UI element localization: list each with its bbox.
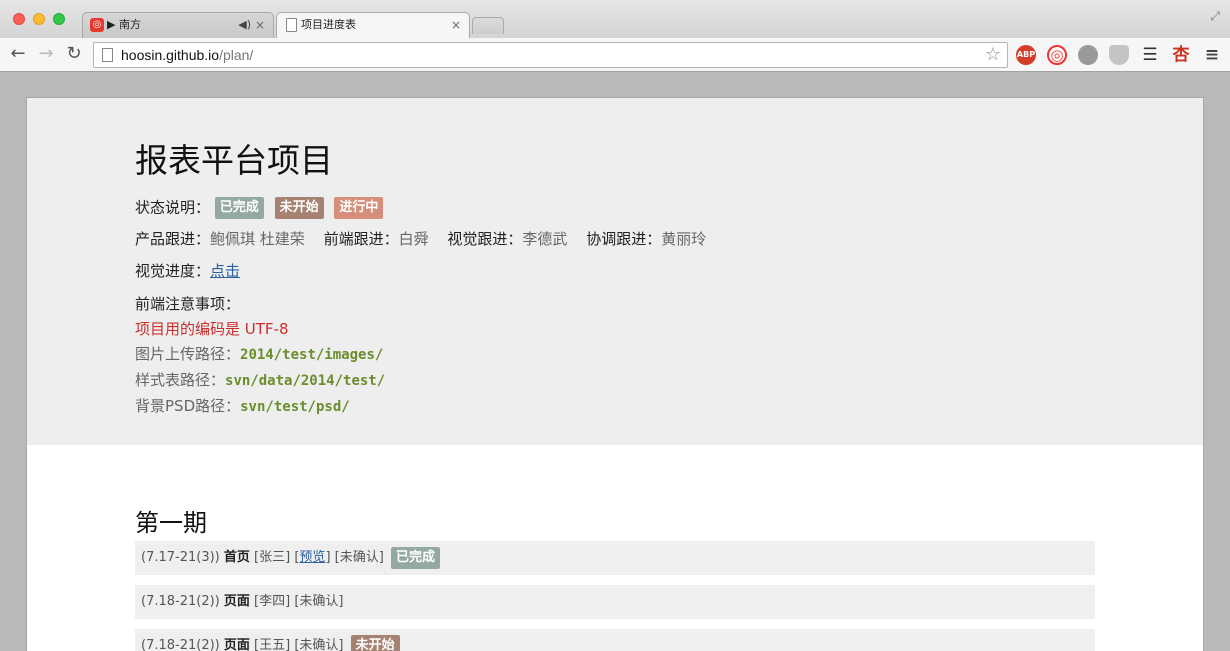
url-text[interactable]: hoosin.github.io/plan/: [121, 47, 253, 63]
phase-title: 第一期: [135, 509, 207, 537]
frontend-owner: 白舜: [398, 230, 429, 248]
path-row: 背景PSD路径：svn/test/psd/: [135, 397, 350, 415]
coordination-owner: 黄丽玲: [661, 230, 707, 248]
xing-extension-icon[interactable]: 杏: [1171, 45, 1191, 65]
visual-owner: 李德武: [522, 230, 568, 248]
status-badge: 未开始: [350, 634, 400, 651]
extension-gray-icon[interactable]: [1078, 45, 1098, 65]
status-badge-done: 已完成: [214, 197, 264, 219]
status-badge: 已完成: [390, 546, 440, 569]
back-icon[interactable]: ←: [7, 43, 29, 65]
frontend-notes: 前端注意事项： 项目用的编码是 UTF-8 图片上传路径：2014/test/i…: [135, 292, 385, 420]
preview-link[interactable]: 预览: [299, 550, 325, 565]
task-row: (7.18-21(2)) 页面 [王五] [未确认] 未开始: [135, 629, 1095, 651]
tab-close-icon[interactable]: ×: [451, 13, 461, 37]
tab-title: 项目进度表: [301, 18, 356, 31]
visual-progress-link[interactable]: 点击: [210, 262, 240, 280]
notes-title: 前端注意事项：: [135, 295, 241, 313]
status-badge-in-progress: 进行中: [334, 197, 384, 219]
task-row: (7.17-21(3)) 首页 [张三] [预览] [未确认] 已完成: [135, 541, 1095, 575]
adblock-plus-icon[interactable]: ABP: [1016, 45, 1036, 65]
speaker-icon[interactable]: ◀︎): [238, 13, 251, 37]
netease-music-icon: ◎: [90, 18, 104, 32]
window-minimize-button[interactable]: [33, 13, 45, 25]
browser-toolbar: ← → ↻ hoosin.github.io/plan/ ☆ ABP ◎ ☰ 杏…: [0, 38, 1230, 72]
owners-line: 产品跟进：鲍佩琪 杜建荣 前端跟进：白舜 视觉跟进：李德武 协调跟进：黄丽玲: [135, 230, 707, 248]
shield-extension-icon[interactable]: [1109, 45, 1129, 65]
menu-icon[interactable]: ≡: [1202, 45, 1222, 65]
tab-nanfang[interactable]: ◎ ▶ 南方 ◀︎) ×: [82, 12, 274, 38]
tab-close-icon[interactable]: ×: [255, 13, 265, 37]
product-owners: 鲍佩琪 杜建荣: [210, 230, 305, 248]
page-title: 报表平台项目: [135, 141, 333, 180]
path-row: 样式表路径：svn/data/2014/test/: [135, 371, 386, 389]
netease-extension-icon[interactable]: ◎: [1047, 45, 1067, 65]
reload-icon[interactable]: ↻: [63, 43, 85, 65]
window-close-button[interactable]: [13, 13, 25, 25]
bookmark-star-icon[interactable]: ☆: [985, 44, 1001, 65]
path-row: 图片上传路径：2014/test/images/: [135, 345, 384, 363]
page-icon: [102, 48, 113, 62]
task-row: (7.18-21(2)) 页面 [李四] [未确认]: [135, 585, 1095, 619]
forward-icon[interactable]: →: [35, 43, 57, 65]
window-titlebar: ◎ ▶ 南方 ◀︎) × 项目进度表 × ⤢: [0, 0, 1230, 38]
document-icon: [286, 18, 297, 32]
web-page: 报表平台项目 状态说明： 已完成 未开始 进行中 产品跟进：鲍佩琪 杜建荣 前端…: [26, 97, 1204, 651]
visual-progress-line: 视觉进度：点击: [135, 262, 241, 280]
address-bar[interactable]: hoosin.github.io/plan/ ☆: [93, 42, 1008, 68]
status-badge-not-started: 未开始: [274, 197, 324, 219]
encoding-note: 项目用的编码是 UTF-8: [135, 320, 289, 338]
list-extension-icon[interactable]: ☰: [1140, 45, 1160, 65]
status-legend: 状态说明： 已完成 未开始 进行中: [135, 197, 389, 219]
window-maximize-button[interactable]: [53, 13, 65, 25]
tab-project-plan[interactable]: 项目进度表 ×: [276, 12, 470, 38]
fullscreen-icon[interactable]: ⤢: [1210, 9, 1220, 24]
new-tab-button[interactable]: [472, 17, 504, 34]
tab-title: ▶ 南方: [107, 18, 141, 31]
